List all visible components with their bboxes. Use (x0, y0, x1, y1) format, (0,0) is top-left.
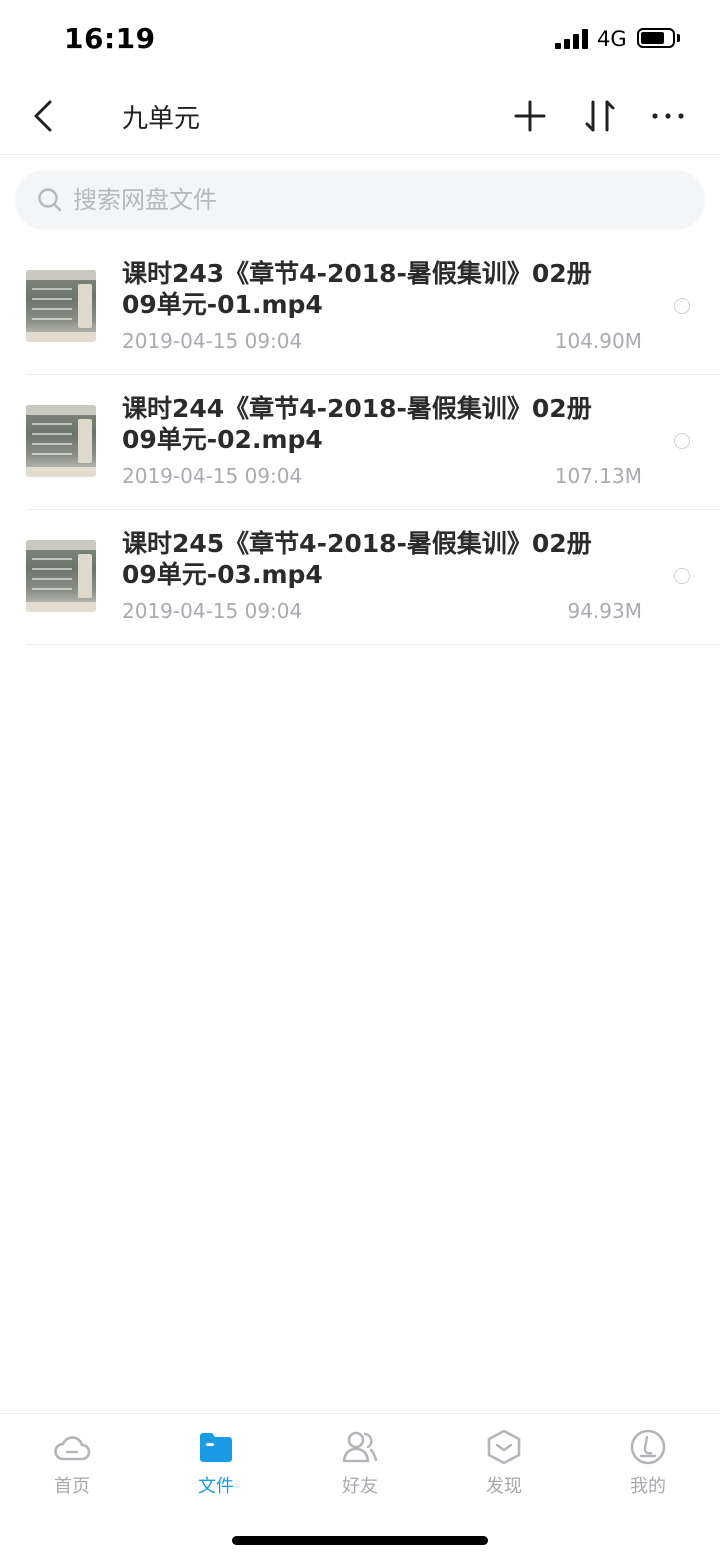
sort-icon (585, 100, 615, 132)
cloud-icon (54, 1436, 91, 1461)
file-row[interactable]: 课时244《章节4-2018-暑假集训》02册09单元-02.mp4 2019-… (0, 375, 720, 510)
back-button[interactable] (26, 94, 62, 138)
page-title: 九单元 (122, 104, 201, 134)
search-input[interactable] (73, 182, 673, 218)
discover-icon (487, 1429, 521, 1465)
home-indicator[interactable] (232, 1536, 488, 1545)
tab-label: 发现 (486, 1476, 522, 1497)
sort-button[interactable] (580, 94, 620, 138)
friends-icon (342, 1431, 378, 1463)
battery-icon (637, 28, 675, 48)
status-time: 16:19 (64, 22, 156, 55)
select-checkbox[interactable] (674, 568, 690, 584)
file-size: 104.90M (554, 329, 642, 353)
tab-friends[interactable]: 好友 (288, 1414, 432, 1514)
file-name: 课时244《章节4-2018-暑假集训》02册09单元-02.mp4 (122, 394, 592, 454)
search-bar[interactable] (15, 170, 705, 230)
select-checkbox[interactable] (674, 433, 690, 449)
video-thumbnail (26, 405, 96, 477)
tab-home[interactable]: 首页 (0, 1414, 144, 1514)
tab-label: 首页 (54, 1476, 90, 1497)
row-divider (26, 644, 720, 645)
select-checkbox[interactable] (674, 298, 690, 314)
signal-icon (555, 29, 589, 49)
tab-profile[interactable]: 我的 (576, 1414, 720, 1514)
file-row[interactable]: 课时245《章节4-2018-暑假集训》02册09单元-03.mp4 2019-… (0, 510, 720, 645)
file-size: 94.93M (567, 599, 642, 623)
more-icon (652, 113, 684, 119)
plus-icon (514, 100, 546, 132)
add-button[interactable] (510, 94, 550, 138)
folder-icon (200, 1433, 232, 1462)
file-date: 2019-04-15 09:04 (122, 599, 303, 623)
tab-label: 文件 (198, 1476, 234, 1497)
file-name: 课时245《章节4-2018-暑假集训》02册09单元-03.mp4 (122, 529, 592, 589)
video-thumbnail (26, 270, 96, 342)
tab-files[interactable]: 文件 (144, 1414, 288, 1514)
more-button[interactable] (648, 94, 688, 138)
status-bar: 16:19 4G (0, 0, 720, 78)
tab-label: 我的 (630, 1476, 666, 1497)
tab-label: 好友 (342, 1476, 378, 1497)
file-name: 课时243《章节4-2018-暑假集训》02册09单元-01.mp4 (122, 259, 592, 319)
file-list: 课时243《章节4-2018-暑假集训》02册09单元-01.mp4 2019-… (0, 240, 720, 645)
file-date: 2019-04-15 09:04 (122, 464, 303, 488)
profile-icon (630, 1429, 666, 1465)
network-type: 4G (597, 27, 627, 51)
nav-bar: 九单元 (0, 78, 720, 155)
back-icon (34, 100, 52, 132)
file-date: 2019-04-15 09:04 (122, 329, 303, 353)
video-thumbnail (26, 540, 96, 612)
file-row[interactable]: 课时243《章节4-2018-暑假集训》02册09单元-01.mp4 2019-… (0, 240, 720, 375)
tab-discover[interactable]: 发现 (432, 1414, 576, 1514)
battery-cap (677, 34, 680, 42)
search-icon (38, 188, 62, 212)
file-size: 107.13M (554, 464, 642, 488)
